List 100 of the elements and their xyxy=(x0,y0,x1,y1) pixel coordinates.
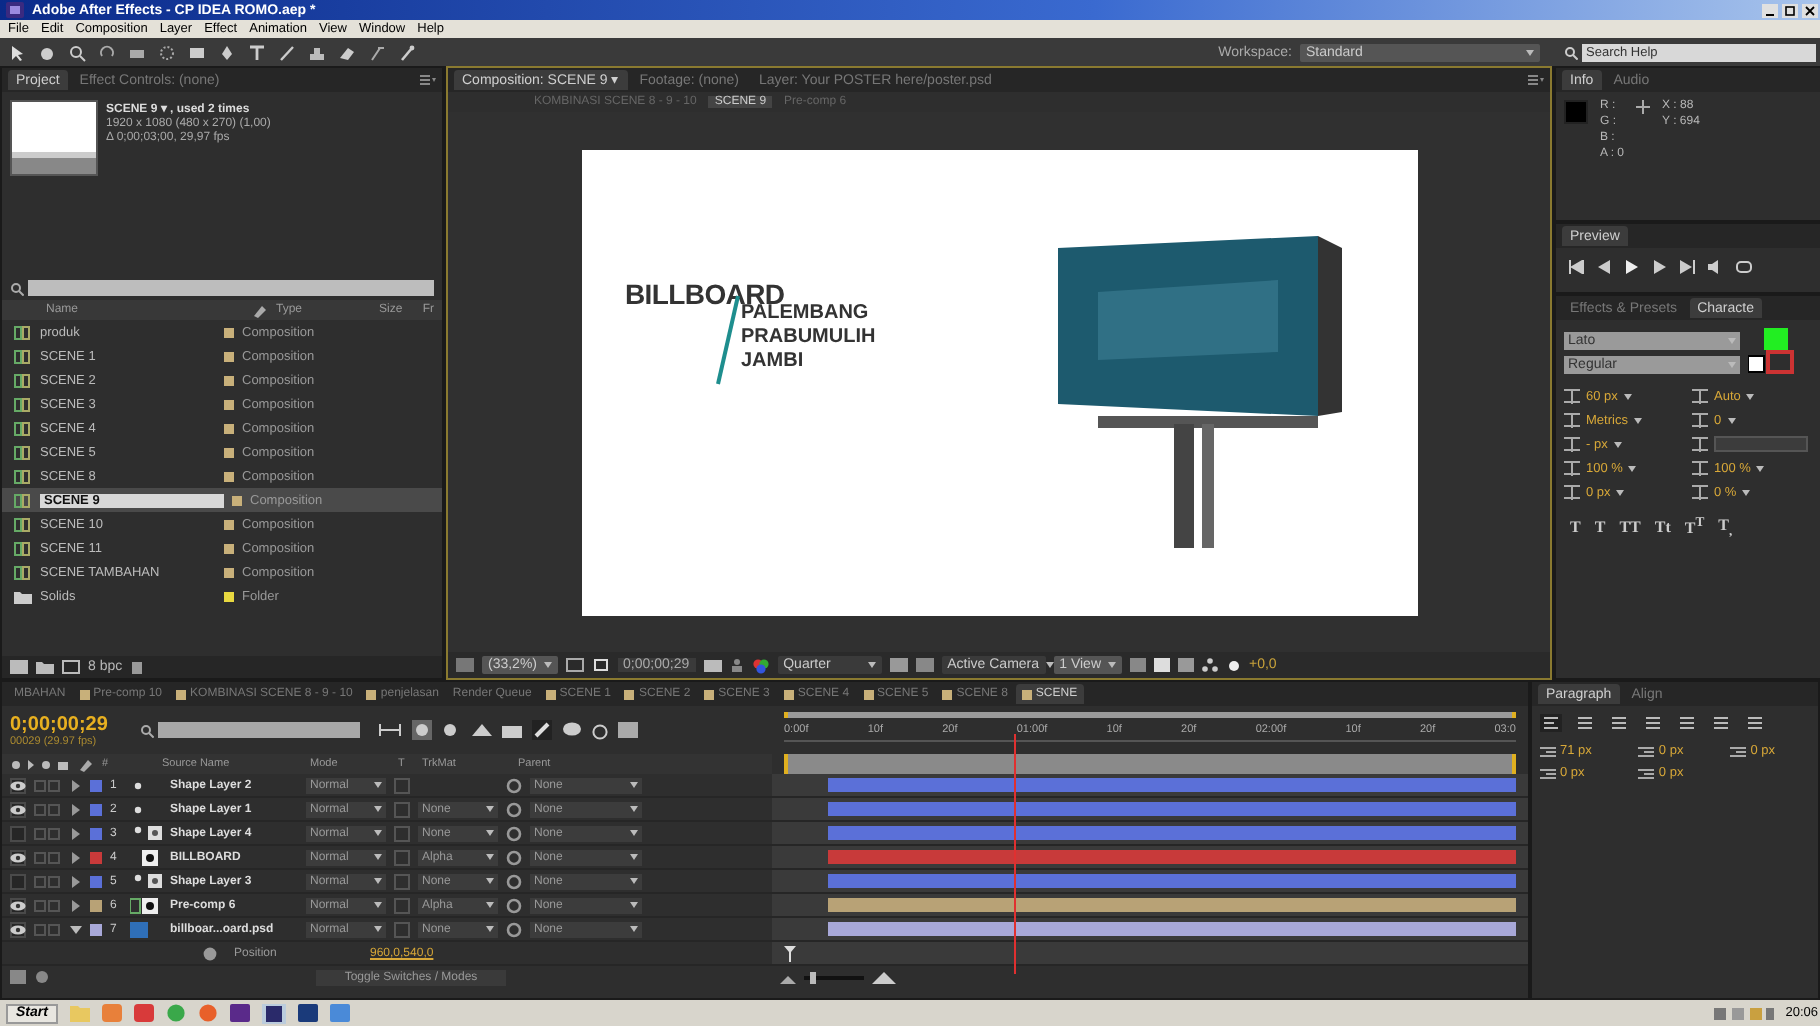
collapse-arrow-icon[interactable] xyxy=(70,923,82,935)
caret-icon xyxy=(374,902,382,908)
rotate-icon[interactable] xyxy=(98,43,116,61)
switch-boxes-icon[interactable] xyxy=(34,803,62,815)
expand-arrow-icon[interactable] xyxy=(70,827,82,839)
folder-icon[interactable] xyxy=(36,660,54,674)
text-metric-icon xyxy=(1564,460,1580,476)
expand-arrow-icon[interactable] xyxy=(70,803,82,815)
text-style-button[interactable]: Tt xyxy=(1652,516,1673,540)
stopwatch-icon[interactable] xyxy=(592,721,608,739)
app-icon[interactable] xyxy=(297,1004,318,1022)
stopwatch-icon[interactable] xyxy=(202,945,218,961)
expand-arrow-icon[interactable] xyxy=(70,779,82,791)
snapshot-camera-icon[interactable] xyxy=(703,658,722,672)
mini-flowchart-icon[interactable] xyxy=(378,722,402,738)
align-text-icon[interactable] xyxy=(1744,714,1766,732)
panel-menu-icon[interactable] xyxy=(1528,74,1544,86)
text-style-button[interactable]: T$_{,}$ xyxy=(1716,516,1735,540)
switch-boxes-icon[interactable] xyxy=(34,923,62,935)
preserve-transparency-checkbox[interactable] xyxy=(394,849,410,865)
align-text-icon[interactable] xyxy=(1574,714,1596,732)
switch-boxes-icon[interactable] xyxy=(34,827,62,839)
text-metric-icon xyxy=(1564,388,1580,404)
sun-icon[interactable] xyxy=(1225,657,1241,673)
caret-icon xyxy=(486,902,494,908)
expand-arrow-icon[interactable] xyxy=(70,875,82,887)
preserve-transparency-checkbox[interactable] xyxy=(394,825,410,841)
rectangle-icon[interactable] xyxy=(188,43,206,61)
switch-boxes-icon[interactable] xyxy=(34,851,62,863)
close-icon[interactable] xyxy=(1802,3,1818,17)
align-text-icon[interactable] xyxy=(1642,714,1664,732)
text-style-button[interactable]: T$^{T}$ xyxy=(1682,516,1707,540)
text-style-button[interactable]: T xyxy=(1592,516,1608,540)
align-text-icon[interactable] xyxy=(1540,714,1562,732)
keyframe-icon[interactable] xyxy=(784,945,796,961)
label-color-swatch[interactable] xyxy=(90,803,102,815)
align-text-icon[interactable] xyxy=(1710,714,1732,732)
preserve-transparency-checkbox[interactable] xyxy=(394,777,410,793)
precomp-icon xyxy=(130,897,158,913)
label-color-swatch[interactable] xyxy=(90,779,102,791)
preserve-transparency-checkbox[interactable] xyxy=(394,897,410,913)
speech-bubble-icon[interactable] xyxy=(562,722,582,738)
label-color-swatch[interactable] xyxy=(90,899,102,911)
visibility-toggle[interactable] xyxy=(10,873,26,889)
fill-stroke-swatch-icon[interactable] xyxy=(1748,328,1796,376)
text-style-button[interactable]: TT xyxy=(1617,516,1643,540)
speaker-icon[interactable] xyxy=(1708,260,1724,274)
zoom-slider-thumb[interactable] xyxy=(810,971,816,983)
project-search-field[interactable] xyxy=(28,280,434,296)
label-color-swatch[interactable] xyxy=(90,851,102,863)
expand-arrow-icon[interactable] xyxy=(70,899,82,911)
caret-icon xyxy=(486,806,494,812)
text-metric-icon xyxy=(1564,412,1580,428)
safe-margins-icon[interactable] xyxy=(565,658,584,672)
play-icon[interactable] xyxy=(1624,260,1640,274)
align-text-icon[interactable] xyxy=(1608,714,1630,732)
switch-boxes-icon[interactable] xyxy=(34,899,62,911)
first-frame-icon[interactable] xyxy=(1568,260,1584,274)
shape-layer-icon xyxy=(134,805,142,813)
layer-search-field[interactable] xyxy=(158,722,360,738)
zoom-out-mountain-icon[interactable] xyxy=(780,971,796,983)
composition-icon[interactable] xyxy=(62,660,80,674)
zoom-in-mountain-icon[interactable] xyxy=(872,970,896,984)
switch-boxes-icon[interactable] xyxy=(34,875,62,887)
label-color-swatch[interactable] xyxy=(90,923,102,935)
current-time-display[interactable]: 0;00;00;29 xyxy=(10,713,122,735)
stamp-icon[interactable] xyxy=(308,43,326,61)
puppet-pin-icon[interactable] xyxy=(398,43,416,61)
loop-icon[interactable] xyxy=(1736,260,1752,274)
preserve-transparency-checkbox[interactable] xyxy=(394,873,410,889)
maximize-icon[interactable] xyxy=(1782,3,1798,17)
preserve-transparency-checkbox[interactable] xyxy=(394,921,410,937)
brush-icon[interactable] xyxy=(278,43,296,61)
previous-frame-icon[interactable] xyxy=(1596,260,1612,274)
app-icon[interactable] xyxy=(229,1004,250,1022)
caret-icon xyxy=(374,782,382,788)
next-frame-icon[interactable] xyxy=(1652,260,1668,274)
flowchart-icon[interactable] xyxy=(1201,658,1217,672)
person-icon[interactable] xyxy=(729,658,744,672)
label-color-swatch[interactable] xyxy=(90,827,102,839)
type-icon[interactable] xyxy=(248,43,266,61)
preserve-transparency-checkbox[interactable] xyxy=(394,801,410,817)
minimize-icon[interactable] xyxy=(1762,3,1778,17)
label-color-swatch[interactable] xyxy=(90,875,102,887)
expand-arrow-icon[interactable] xyxy=(70,851,82,863)
roto-brush-icon[interactable] xyxy=(368,43,386,61)
current-time-indicator[interactable] xyxy=(1014,734,1017,974)
app-icon[interactable] xyxy=(261,1003,286,1023)
text-style-button[interactable]: T xyxy=(1568,516,1583,540)
zoom-icon[interactable] xyxy=(68,43,86,61)
mask-visibility-icon[interactable] xyxy=(591,658,610,672)
dropdown-field[interactable] xyxy=(1714,436,1808,452)
switch-boxes-icon[interactable] xyxy=(34,779,62,791)
color-channels-icon[interactable] xyxy=(751,657,770,673)
pointer-icon[interactable] xyxy=(8,43,26,61)
panel-menu-icon[interactable] xyxy=(420,74,436,86)
align-text-icon[interactable] xyxy=(1676,714,1698,732)
last-frame-icon[interactable] xyxy=(1680,260,1696,274)
eraser-icon[interactable] xyxy=(338,43,356,61)
visibility-toggle[interactable] xyxy=(10,825,26,841)
